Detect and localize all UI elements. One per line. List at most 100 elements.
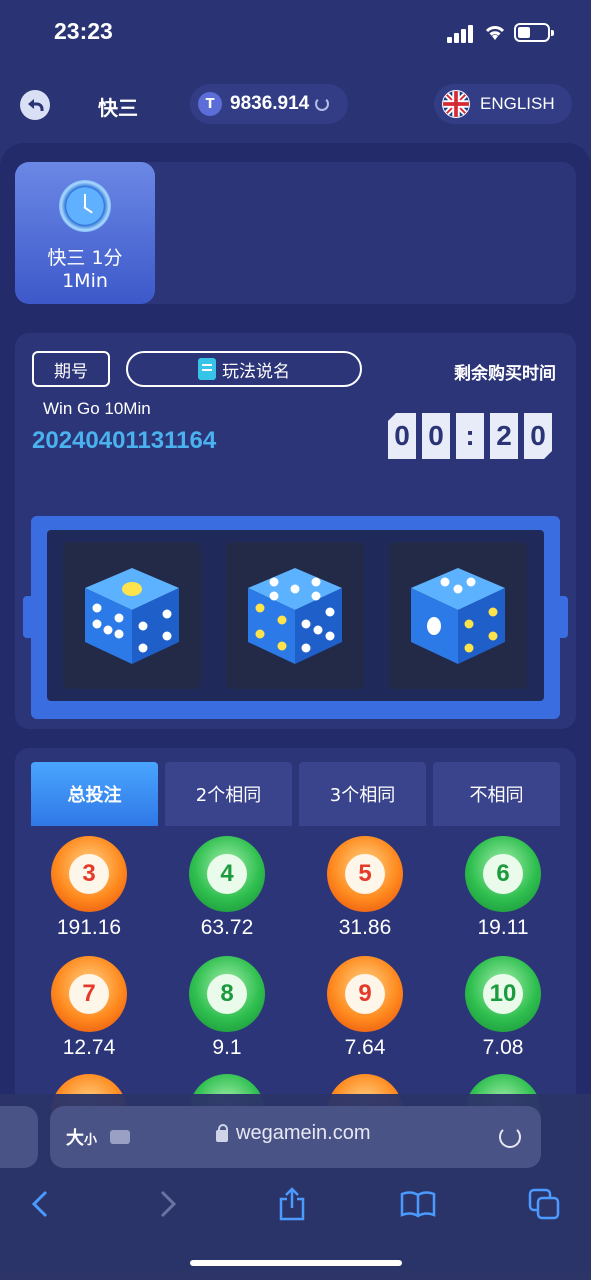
bookmarks-button[interactable]: [396, 1182, 440, 1226]
reload-icon[interactable]: [499, 1126, 521, 1148]
ball-number: 4: [207, 854, 247, 894]
mode-name: 快三 1分: [47, 247, 123, 269]
dice-1-icon: [85, 568, 179, 664]
ball-odds: 19.11: [477, 916, 529, 939]
text-size-large: 大: [66, 1128, 84, 1149]
back-nav-button[interactable]: [18, 1182, 62, 1226]
ball-option[interactable]: 5 31.86: [305, 836, 425, 940]
period-number: 20240401131164: [32, 427, 217, 454]
ball: 9: [327, 956, 403, 1032]
language-label: ENGLISH: [480, 94, 555, 113]
text-size-small: 小: [84, 1133, 98, 1148]
ball-number: 8: [207, 974, 247, 1014]
dice-window: [47, 530, 544, 701]
mode-duration: 1Min: [62, 270, 108, 292]
ball: 6: [465, 836, 541, 912]
tab-total[interactable]: 总投注: [31, 762, 158, 826]
rules-button[interactable]: 玩法说名: [126, 351, 362, 387]
balance-value: 9836.914: [230, 93, 310, 114]
chevron-right-icon: [160, 1190, 176, 1218]
ball-odds: 9.1: [212, 1036, 242, 1059]
timer-digit: 0: [422, 413, 450, 459]
timer-digit: 0: [524, 413, 552, 459]
document-icon: [198, 358, 216, 380]
tab-three-same[interactable]: 3个相同: [299, 762, 426, 826]
balance-pill[interactable]: T 9836.914: [190, 84, 348, 124]
ball-option[interactable]: 9 7.64: [305, 956, 425, 1060]
wifi-icon: [485, 26, 505, 40]
previous-tab[interactable]: [0, 1106, 38, 1168]
ball-odds: 191.16: [56, 916, 122, 939]
ball-odds: 7.08: [482, 1036, 524, 1059]
home-indicator: [190, 1260, 402, 1266]
header: 快三 T 9836.914 ENGLISH: [0, 80, 591, 130]
timer-digit: 0: [388, 413, 416, 459]
status-time: 23:23: [54, 18, 113, 44]
extension-icon[interactable]: [110, 1130, 130, 1144]
period-button[interactable]: 期号: [32, 351, 110, 387]
url-text: wegamein.com: [236, 1122, 371, 1144]
browser-nav: [0, 1182, 591, 1226]
game-name: Win Go 10Min: [43, 399, 151, 418]
back-button[interactable]: [20, 90, 50, 120]
ball-number: 6: [483, 854, 523, 894]
back-arrow-icon: [28, 99, 44, 111]
ball-option[interactable]: 3 191.16: [29, 836, 149, 940]
dice-5-icon: [248, 568, 342, 664]
address-bar[interactable]: 大小 wegamein.com: [50, 1106, 541, 1168]
frame-side-tab: [23, 596, 37, 638]
ball: 4: [189, 836, 265, 912]
ball-odds: 7.64: [344, 1036, 386, 1059]
bet-tabs: 总投注 2个相同 3个相同 不相同: [31, 762, 560, 826]
mode-selector: 快三 1分 1Min: [15, 162, 576, 304]
ball-option[interactable]: 6 19.11: [443, 836, 563, 940]
ball: 5: [327, 836, 403, 912]
frame-side-tab: [554, 596, 568, 638]
coin-icon: T: [198, 92, 222, 116]
ball: 8: [189, 956, 265, 1032]
signal-icon: [447, 25, 475, 43]
page-title: 快三: [98, 96, 138, 120]
uk-flag-icon: [442, 90, 470, 118]
tab-two-same[interactable]: 2个相同: [165, 762, 292, 826]
timer-separator: :: [456, 413, 484, 459]
share-button[interactable]: [270, 1182, 314, 1226]
ball-option[interactable]: 4 63.72: [167, 836, 287, 940]
mode-card-1min[interactable]: 快三 1分 1Min: [15, 162, 155, 304]
share-icon: [279, 1187, 305, 1221]
ball-option[interactable]: 10 7.08: [443, 956, 563, 1060]
tabs-icon: [528, 1188, 560, 1220]
text-size-button[interactable]: 大小: [66, 1124, 97, 1150]
ball-number: 3: [69, 854, 109, 894]
refresh-icon[interactable]: [315, 97, 330, 111]
ball: 7: [51, 956, 127, 1032]
book-icon: [400, 1191, 436, 1218]
ball-odds: 31.86: [338, 916, 392, 939]
tab-different[interactable]: 不相同: [433, 762, 560, 826]
rules-label: 玩法说名: [222, 361, 290, 382]
forward-nav-button[interactable]: [146, 1182, 190, 1226]
tabs-button[interactable]: [522, 1182, 566, 1226]
countdown-timer: 0 0 : 2 0: [388, 413, 552, 459]
browser-toolbar: 大小 wegamein.com: [0, 1094, 591, 1280]
round-card: 期号 玩法说名 剩余购买时间 Win Go 10Min 202404011311…: [15, 333, 576, 729]
ball-number: 9: [345, 974, 385, 1014]
status-bar: 23:23: [0, 0, 591, 66]
remaining-time-label: 剩余购买时间: [454, 364, 556, 384]
ball: 3: [51, 836, 127, 912]
language-selector[interactable]: ENGLISH: [434, 84, 572, 124]
ball-number: 10: [483, 974, 523, 1014]
clock-icon: [59, 180, 111, 232]
ball-odds: 63.72: [200, 916, 254, 939]
ball: 10: [465, 956, 541, 1032]
ball-number: 5: [345, 854, 385, 894]
lock-icon: [216, 1124, 228, 1142]
dice-slot: [226, 542, 364, 689]
ball-number: 7: [69, 974, 109, 1014]
timer-digit: 2: [490, 413, 518, 459]
dice-slot: [63, 542, 201, 689]
ball-option[interactable]: 7 12.74: [29, 956, 149, 1060]
ball-option[interactable]: 8 9.1: [167, 956, 287, 1060]
ball-odds: 12.74: [62, 1036, 116, 1059]
battery-icon: [514, 23, 554, 42]
